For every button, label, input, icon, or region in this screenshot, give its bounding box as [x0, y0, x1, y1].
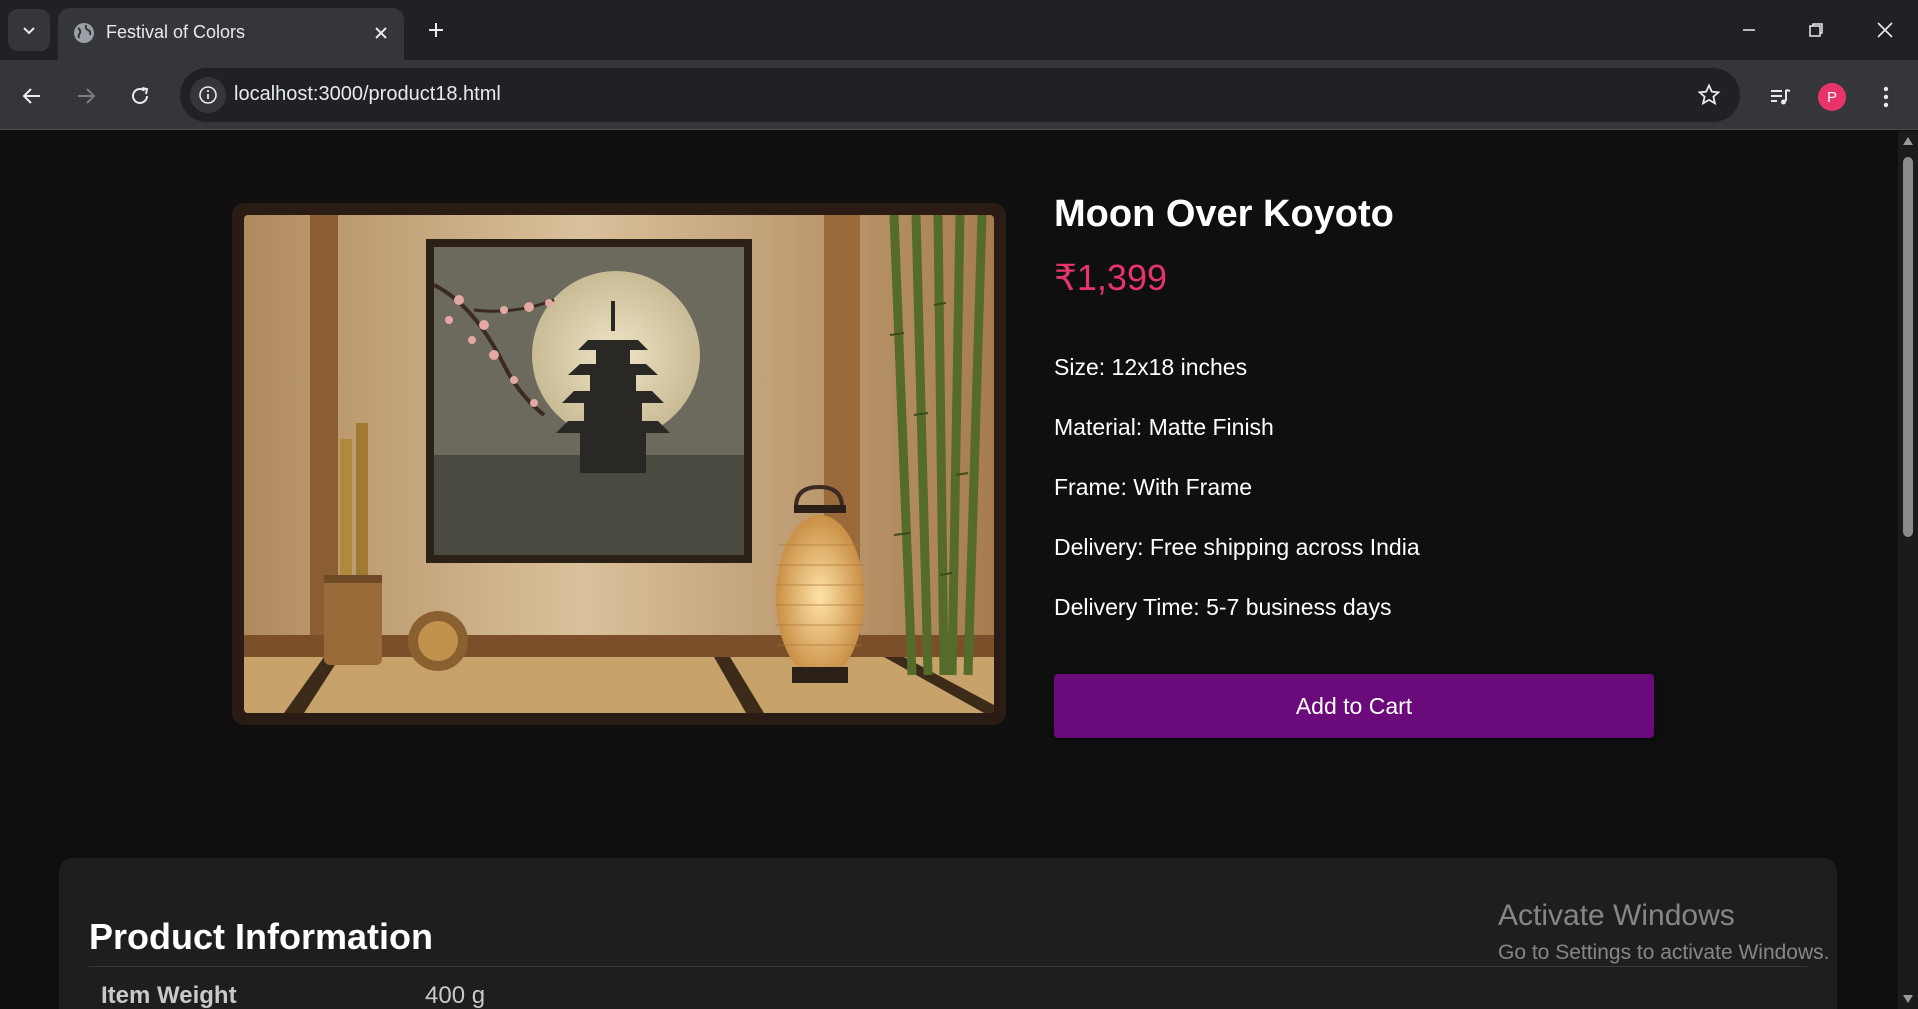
- forward-button[interactable]: [66, 76, 106, 116]
- media-control-button[interactable]: [1760, 77, 1800, 117]
- site-info-button[interactable]: [190, 77, 226, 113]
- divider: [89, 966, 1807, 967]
- scroll-up-button[interactable]: [1902, 135, 1914, 147]
- arrow-left-icon: [22, 88, 40, 104]
- url-text: localhost:3000/product18.html: [234, 83, 501, 105]
- product-spec-frame: Frame: With Frame: [1054, 474, 1253, 500]
- close-icon: [1877, 22, 1893, 38]
- avatar: P: [1818, 83, 1846, 111]
- minimize-icon: [1743, 29, 1755, 31]
- browser-toolbar: localhost:3000/product18.html P: [0, 60, 1918, 130]
- info-icon: [199, 86, 217, 104]
- globe-icon: [74, 23, 94, 43]
- bookmark-button[interactable]: [1694, 80, 1724, 110]
- product-spec-material: Material: Matte Finish: [1054, 414, 1274, 440]
- page-scrollbar[interactable]: [1898, 131, 1918, 1009]
- active-tab[interactable]: Festival of Colors: [58, 8, 404, 60]
- reload-button[interactable]: [120, 76, 160, 116]
- plus-icon: [429, 23, 443, 37]
- product-price: ₹1,399: [1054, 257, 1167, 298]
- browser-window: Festival of Colors localhost:3000/produc…: [0, 0, 1918, 1009]
- tab-search-button[interactable]: [8, 9, 50, 51]
- product-image-frame: [232, 203, 1006, 725]
- add-to-cart-button[interactable]: Add to Cart: [1054, 674, 1654, 738]
- scroll-down-button[interactable]: [1902, 993, 1914, 1005]
- star-icon: [1697, 83, 1721, 106]
- product-information-section: Product Information Item Weight 400 g: [59, 858, 1837, 1009]
- minimize-button[interactable]: [1724, 10, 1774, 50]
- tab-strip: Festival of Colors: [0, 0, 1918, 60]
- product-spec-size: Size: 12x18 inches: [1054, 354, 1248, 380]
- page-viewport: Moon Over Koyoto ₹1,399 Size: 12x18 inch…: [0, 131, 1898, 1009]
- product-image: [244, 215, 994, 713]
- product-spec-delivery: Delivery: Free shipping across India: [1054, 534, 1420, 560]
- section-heading: Product Information: [89, 916, 433, 957]
- info-row-key: Item Weight: [101, 982, 237, 1009]
- info-row-value: 400 g: [425, 982, 486, 1009]
- address-bar[interactable]: localhost:3000/product18.html: [180, 68, 1740, 122]
- tab-close-button[interactable]: [368, 20, 394, 46]
- triangle-down-icon: [1903, 995, 1913, 1003]
- triangle-up-icon: [1903, 137, 1913, 145]
- restore-icon: [1809, 23, 1823, 37]
- arrow-right-icon: [78, 88, 96, 104]
- chevron-down-icon: [23, 27, 35, 35]
- tab-title: Festival of Colors: [106, 22, 246, 42]
- queue-music-icon: [1771, 89, 1791, 105]
- window-close-button[interactable]: [1860, 10, 1910, 50]
- back-button[interactable]: [12, 76, 52, 116]
- more-vertical-icon: [1883, 86, 1889, 108]
- new-tab-button[interactable]: [420, 14, 452, 46]
- close-icon: [375, 27, 387, 39]
- reload-icon: [132, 87, 149, 104]
- product-title: Moon Over Koyoto: [1054, 193, 1394, 235]
- menu-button[interactable]: [1866, 77, 1906, 117]
- profile-button[interactable]: P: [1812, 77, 1852, 117]
- restore-button[interactable]: [1791, 10, 1841, 50]
- scroll-thumb[interactable]: [1903, 157, 1913, 537]
- product-spec-delivery-time: Delivery Time: 5-7 business days: [1054, 594, 1392, 620]
